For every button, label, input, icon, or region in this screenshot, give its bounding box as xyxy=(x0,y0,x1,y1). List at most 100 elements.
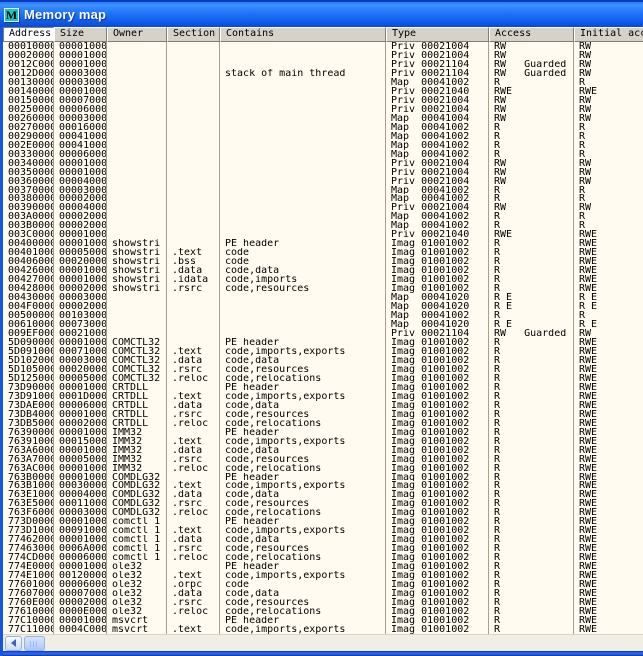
table-cell xyxy=(167,230,220,239)
table-row[interactable]: 002E000000041000Map 00041002RR xyxy=(3,141,643,150)
table-row[interactable]: 763F600000003000COMDLG32.reloccode,reloc… xyxy=(3,508,643,517)
table-row[interactable]: 77C1000000001000msvcrtPE headerImag 0100… xyxy=(3,616,643,625)
column-header-initial-acc[interactable]: Initial acc xyxy=(574,27,643,42)
table-row[interactable]: 5D09100000071000COMCTL32.textcode,import… xyxy=(3,347,643,356)
table-cell: 00001000 xyxy=(54,535,107,544)
table-cell: RWE xyxy=(574,437,643,446)
table-row[interactable]: 7760100000006000ole32.orpccodeImag 01001… xyxy=(3,580,643,589)
table-row[interactable]: 004F000000002000Map 00041020R ER E xyxy=(3,302,643,311)
table-row[interactable]: 0033000000006000Map 00041002RR xyxy=(3,150,643,159)
table-row[interactable]: 0039000000004000Priv 00021004RWRW xyxy=(3,203,643,212)
table-cell: Priv 00021004 xyxy=(386,203,489,212)
column-header-address[interactable]: Address xyxy=(3,27,54,42)
table-row[interactable]: 73D910000001D000CRTDLL.textcode,imports,… xyxy=(3,392,643,401)
table-cell: ole32 xyxy=(107,571,167,580)
table-row[interactable]: 0035000000001000Priv 00021004RWRW xyxy=(3,168,643,177)
table-cell: RW xyxy=(489,203,574,212)
table-row[interactable]: 0040100000005000showstri.textcodeImag 01… xyxy=(3,248,643,257)
table-row[interactable]: 003B000000002000Map 00041002RR xyxy=(3,221,643,230)
table-cell: 00426000 xyxy=(3,266,54,275)
table-row[interactable]: 0014000000001000Priv 00021040RWERWE xyxy=(3,87,643,96)
table-cell xyxy=(167,168,220,177)
table-cell: 77462000 xyxy=(3,535,54,544)
column-header-type[interactable]: Type xyxy=(386,27,489,42)
table-cell: 00003000 xyxy=(54,356,107,365)
table-row[interactable]: 0050000000103000Map 00041002RR xyxy=(3,311,643,320)
table-row[interactable]: 763B000000001000COMDLG32PE headerImag 01… xyxy=(3,473,643,482)
table-row[interactable]: 0042700000001000showstri.idatacode,impor… xyxy=(3,275,643,284)
table-cell: 774E0000 xyxy=(3,562,54,571)
horizontal-scrollbar[interactable] xyxy=(3,634,643,651)
table-row[interactable]: 73D9000000001000CRTDLLPE headerImag 0100… xyxy=(3,383,643,392)
table-row[interactable]: 0043000000003000Map 00041020R ER E xyxy=(3,293,643,302)
table-row[interactable]: 774E000000001000ole32PE headerImag 01001… xyxy=(3,562,643,571)
table-row[interactable]: 7639000000001000IMM32PE headerImag 01001… xyxy=(3,428,643,437)
table-row[interactable]: 0037000000003000Map 00041002RR xyxy=(3,186,643,195)
table-row[interactable]: 5D12500000005000COMCTL32.reloccode,reloc… xyxy=(3,374,643,383)
table-row[interactable]: 773D100000091000comctl_1.textcode,import… xyxy=(3,526,643,535)
column-header-owner[interactable]: Owner xyxy=(107,27,167,42)
table-row[interactable]: 0002000000001000Priv 00021004RWRW xyxy=(3,51,643,60)
table-cell: 00001000 xyxy=(54,562,107,571)
table-row[interactable]: 0038000000002000Map 00041002RR xyxy=(3,194,643,203)
table-row[interactable]: 763E500000011000COMDLG32.rsrccode,resour… xyxy=(3,499,643,508)
table-cell: 00390000 xyxy=(3,203,54,212)
table-row[interactable]: 5D10500000020000COMCTL32.rsrccode,resour… xyxy=(3,365,643,374)
title-bar[interactable]: M Memory map xyxy=(0,0,643,27)
table-row[interactable]: 003A000000002000Map 00041002RR xyxy=(3,212,643,221)
table-row[interactable]: 0012C00000001000Priv 00021104RW GuardedR… xyxy=(3,60,643,69)
table-row[interactable]: 0042800000002000showstri.rsrccode,resour… xyxy=(3,284,643,293)
column-header-access[interactable]: Access xyxy=(489,27,574,42)
scroll-left-button[interactable] xyxy=(5,636,22,651)
column-header-size[interactable]: Size xyxy=(54,27,107,42)
table-row[interactable]: 003C000000001000Priv 00021040RWERWE xyxy=(3,230,643,239)
table-cell: 00002000 xyxy=(54,221,107,230)
table-row[interactable]: 0025000000006000Priv 00021004RWRW xyxy=(3,105,643,114)
table-row[interactable]: 773D000000001000comctl_1PE headerImag 01… xyxy=(3,517,643,526)
table-cell: 00260000 xyxy=(3,114,54,123)
table-cell: R xyxy=(489,625,574,634)
table-row[interactable]: 7746200000001000comctl_1.datacode,dataIm… xyxy=(3,535,643,544)
table-cell: Imag 01001002 xyxy=(386,374,489,383)
table-cell xyxy=(167,51,220,60)
table-row[interactable]: 5D09000000001000COMCTL32PE headerImag 01… xyxy=(3,338,643,347)
table-cell xyxy=(167,78,220,87)
table-row[interactable]: 763E100000004000COMDLG32.datacode,dataIm… xyxy=(3,490,643,499)
scrollbar-thumb[interactable] xyxy=(24,636,45,651)
table-row[interactable]: 0012D00000003000stack of main threadPriv… xyxy=(3,69,643,78)
table-row[interactable]: 774CD00000006000comctl_1.reloccode,reloc… xyxy=(3,553,643,562)
table-row[interactable]: 0026000000003000Map 00041004RWRW xyxy=(3,114,643,123)
table-row[interactable]: 0001000000001000Priv 00021004RWRW xyxy=(3,42,643,51)
table-cell: 00360000 xyxy=(3,177,54,186)
table-row[interactable]: 7760700000007000ole32.datacode,dataImag … xyxy=(3,589,643,598)
table-row[interactable]: 774630000006A000comctl_1.rsrccode,resour… xyxy=(3,544,643,553)
table-row[interactable]: 73DAE00000006000CRTDLL.datacode,dataImag… xyxy=(3,401,643,410)
table-row[interactable]: 73DB500000002000CRTDLL.reloccode,relocat… xyxy=(3,419,643,428)
table-row[interactable]: 0013000000003000Map 00041002RR xyxy=(3,78,643,87)
table-row[interactable]: 0027000000016000Map 00041002RR xyxy=(3,123,643,132)
table-row[interactable]: 0036000000004000Priv 00021004RWRW xyxy=(3,177,643,186)
column-header-contains[interactable]: Contains xyxy=(220,27,386,42)
table-cell: 00001000 xyxy=(54,159,107,168)
table-row[interactable]: 73DB400000001000CRTDLL.rsrccode,resource… xyxy=(3,410,643,419)
table-row[interactable]: 763B100000030000COMDLG32.textcode,import… xyxy=(3,481,643,490)
table-row[interactable]: 763A600000001000IMM32.datacode,dataImag … xyxy=(3,446,643,455)
table-row[interactable]: 0040600000020000showstri.bsscodeImag 010… xyxy=(3,257,643,266)
table-row[interactable]: 763A700000005000IMM32.rsrccode,resources… xyxy=(3,455,643,464)
table-row[interactable]: 7760E00000002000ole32.rsrccode,resources… xyxy=(3,598,643,607)
table-row[interactable]: 763AC00000001000IMM32.reloccode,relocati… xyxy=(3,464,643,473)
table-row[interactable]: 0029000000041000Map 00041002RR xyxy=(3,132,643,141)
table-row[interactable]: 0042600000001000showstri.datacode,dataIm… xyxy=(3,266,643,275)
table-row[interactable]: 77C110000004C000msvcrt.textcode,imports,… xyxy=(3,625,643,634)
table-row[interactable]: 5D10200000003000COMCTL32.datacode,dataIm… xyxy=(3,356,643,365)
table-row[interactable]: 7639100000015000IMM32.textcode,imports,e… xyxy=(3,437,643,446)
table-row[interactable]: 0015000000007000Priv 00021004RWRW xyxy=(3,96,643,105)
table-row[interactable]: 774E100000120000ole32.textcode,imports,e… xyxy=(3,571,643,580)
table-row[interactable]: 0040000000001000showstriPE headerImag 01… xyxy=(3,239,643,248)
column-header-section[interactable]: Section xyxy=(167,27,220,42)
table-row[interactable]: 0061000000073000Map 00041020R ER E xyxy=(3,320,643,329)
table-row[interactable]: 776100000000E000ole32.reloccode,relocati… xyxy=(3,607,643,616)
table-cell: Imag 01001002 xyxy=(386,392,489,401)
table-row[interactable]: 0034000000001000Priv 00021004RWRW xyxy=(3,159,643,168)
table-row[interactable]: 009EF00000021000Priv 00021104RW GuardedR… xyxy=(3,329,643,338)
